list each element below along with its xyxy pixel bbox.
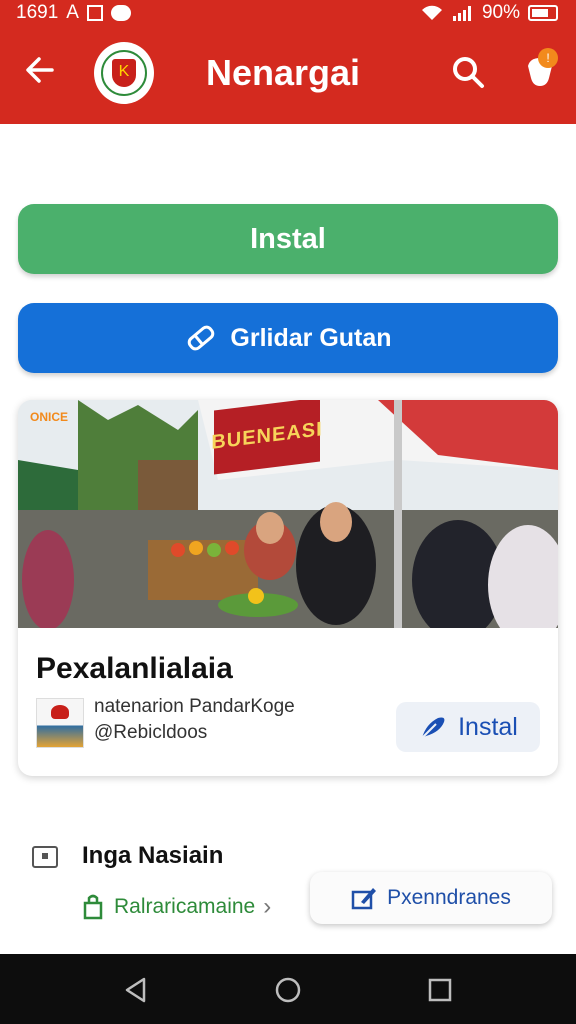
market-photo: BUENEASI ONICE: [18, 400, 558, 628]
install-button[interactable]: Instal: [18, 204, 558, 274]
app-header: 1691 A 90% K Nenargai !: [0, 0, 576, 124]
notification-dot-icon: [110, 5, 131, 21]
chevron-right-icon: ›: [263, 893, 272, 920]
details-link-label: Ralraricamaine: [114, 895, 256, 918]
nav-back-icon[interactable]: [122, 976, 150, 1004]
nav-home-icon[interactable]: [274, 976, 302, 1004]
card-install-label: Instal: [458, 712, 518, 741]
publisher-name: natenarion PandarKoge: [94, 696, 295, 717]
briefcase-icon: [32, 846, 58, 868]
page-title: Nenargai: [206, 52, 361, 93]
guide-button-label: Grlidar Gutan: [230, 323, 392, 352]
app-logo: K: [94, 42, 154, 104]
status-bar: 1691 A 90%: [0, 0, 576, 26]
feather-icon: [421, 717, 445, 739]
photo-tag: ONICE: [30, 410, 69, 424]
market-banner-text: BUENEASI: [211, 417, 323, 454]
back-arrow-icon[interactable]: [22, 52, 58, 88]
square-icon: [86, 5, 103, 21]
preferences-button-label: Pxenndranes: [387, 886, 511, 909]
bag-icon: [83, 894, 103, 920]
install-button-label: Instal: [250, 222, 326, 255]
nav-recents-icon[interactable]: [426, 976, 454, 1004]
logo-shield: K: [112, 59, 136, 87]
eraser-icon: [188, 325, 215, 351]
battery-icon: [528, 5, 558, 21]
notification-badge: !: [538, 48, 558, 68]
publisher-thumbnail: [36, 698, 84, 748]
section-title: Inga Nasiain: [82, 842, 224, 869]
status-time: 1691: [16, 2, 59, 23]
card-install-button[interactable]: Instal: [396, 702, 540, 752]
market-banner: BUENEASI: [211, 400, 323, 475]
app-card[interactable]: BUENEASI ONICE Pexalanlialaia natenarion…: [18, 400, 558, 776]
guide-button[interactable]: Grlidar Gutan: [18, 303, 558, 373]
signal-icon: [452, 6, 471, 21]
card-title: Pexalanlialaia: [36, 652, 233, 685]
wifi-icon: [421, 5, 442, 20]
battery-percent: 90%: [481, 2, 520, 23]
status-carrier: A: [66, 2, 79, 23]
edit-icon: [351, 888, 377, 910]
logo-emblem: K: [101, 50, 147, 96]
publisher-handle: @Rebicldoos: [94, 722, 208, 743]
system-nav-bar: [0, 954, 576, 1024]
search-icon[interactable]: [450, 54, 486, 90]
details-link[interactable]: Ralraricamaine ›: [80, 893, 271, 921]
preferences-button[interactable]: Pxenndranes: [310, 872, 552, 924]
